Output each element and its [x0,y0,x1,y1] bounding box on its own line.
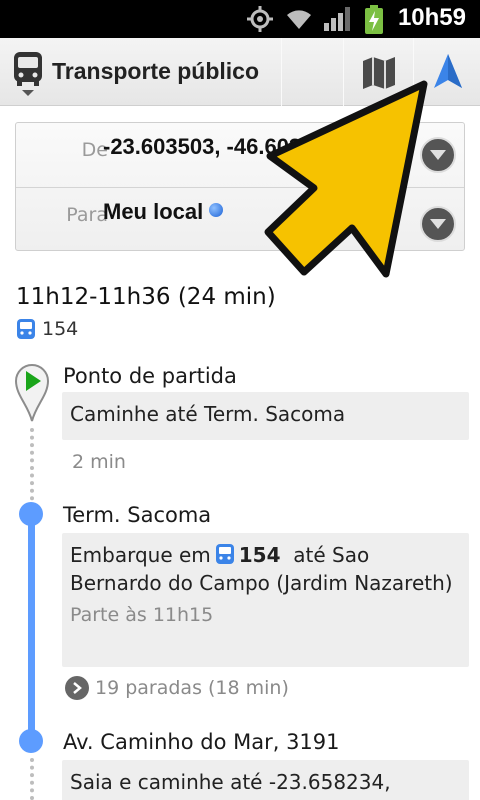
board-bus-line: 154 [238,543,281,567]
stops-count: 19 paradas (18 min) [95,677,289,699]
step-instruction[interactable]: Caminhe até Term. Sacoma [62,392,469,440]
trip-time-range: 11h12-11h36 (24 min) [16,284,276,310]
stop-node [19,502,43,526]
transit-mode-button[interactable] [8,38,48,106]
trip-bus-line: 154 [16,318,78,340]
my-location-dot-icon [209,203,224,217]
gps-icon [246,5,274,37]
wifi-icon [284,5,314,37]
destination-value-wrap[interactable]: Meu local [103,199,224,225]
bus-route-line [28,513,35,741]
destination-value: Meu local [103,199,204,224]
board-prefix: Embarque em [70,543,211,567]
bus-icon [14,52,42,96]
instruction-text: Caminhe até Term. Sacoma [70,402,346,426]
destination-label: Para [66,204,108,226]
walk-dotted-line [30,428,34,508]
step-title: Ponto de partida [63,364,237,388]
signal-icon [322,5,352,37]
walk-dotted-line [30,758,34,800]
expand-stops-button[interactable]: 19 paradas (18 min) [65,676,289,700]
bus-icon [215,543,235,565]
bus-line-number: 154 [42,318,79,340]
stop-node [19,729,43,753]
page-title: Transporte público [52,58,260,84]
step-duration: 2 min [72,451,126,473]
clock: 10h59 [397,4,466,31]
battery-charging-icon [364,5,384,39]
start-pin-icon [14,364,50,422]
chevron-right-icon [65,676,89,700]
instruction-text: Saia e caminhe até -23.658234, [70,770,391,794]
bus-icon [17,319,35,339]
step-instruction[interactable]: Embarque em 154 até Sao Bernardo do Campo… [62,533,469,667]
step-instruction[interactable]: Saia e caminhe até -23.658234, [62,760,469,800]
status-bar: 10h59 [0,0,480,38]
step-title: Term. Sacoma [63,503,212,527]
annotation-arrow [264,80,428,278]
step-title: Av. Caminho do Mar, 3191 [63,730,340,754]
departure-time: Parte às 11h15 [70,604,214,626]
